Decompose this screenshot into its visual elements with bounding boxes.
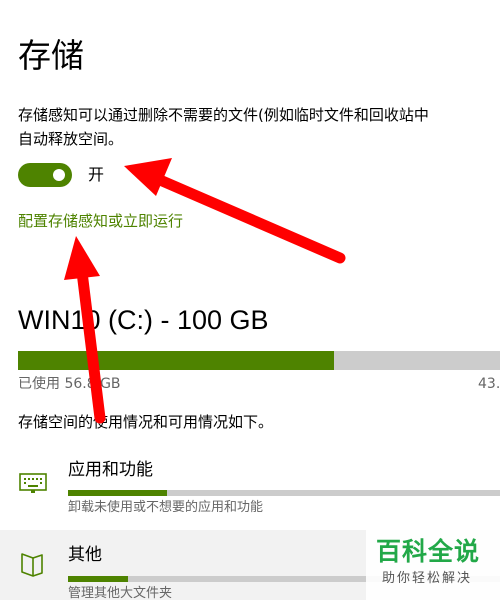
drive-usage-bar-fill xyxy=(18,351,335,370)
free-space-label: 43. xyxy=(478,376,500,392)
storage-sense-description-line1: 存储感知可以通过删除不需要的文件(例如临时文件和回收站中 xyxy=(18,106,429,124)
category-usage-bar xyxy=(68,490,500,496)
category-description: 管理其他大文件夹 xyxy=(68,586,173,601)
page-title: 存储 xyxy=(18,36,84,75)
toggle-state-label: 开 xyxy=(88,165,105,184)
watermark-logo: 百科全说 助你轻松解决 xyxy=(366,530,500,600)
storage-sense-description-line2: 自动释放空间。 xyxy=(18,130,124,148)
storage-sense-toggle[interactable] xyxy=(18,163,72,187)
annotation-arrow-toggle xyxy=(124,158,346,264)
used-space-label: 已使用 56.8 GB xyxy=(18,376,121,392)
storage-sense-description: 存储感知可以通过删除不需要的文件(例如临时文件和回收站中 自动释放空间。 xyxy=(18,103,500,151)
category-usage-bar-fill xyxy=(68,576,129,582)
watermark-title: 百科全说 xyxy=(376,537,481,566)
category-title: 应用和功能 xyxy=(68,460,153,480)
category-description: 卸载未使用或不想要的应用和功能 xyxy=(68,500,264,515)
drive-title: WIN10 (C:) - 100 GB xyxy=(18,305,269,335)
usage-summary-text: 存储空间的使用情况和可用情况如下。 xyxy=(18,413,274,431)
watermark-subtitle: 助你轻松解决 xyxy=(382,571,473,586)
keyboard-icon xyxy=(19,473,47,493)
configure-storage-sense-link[interactable]: 配置存储感知或立即运行 xyxy=(18,210,183,232)
toggle-knob xyxy=(53,169,65,181)
drive-usage-bar[interactable] xyxy=(18,351,500,370)
category-title: 其他 xyxy=(68,545,102,565)
category-apps-and-features[interactable]: 应用和功能 卸载未使用或不想要的应用和功能 xyxy=(0,450,500,522)
category-usage-bar-fill xyxy=(68,490,168,496)
folder-icon xyxy=(21,553,43,577)
